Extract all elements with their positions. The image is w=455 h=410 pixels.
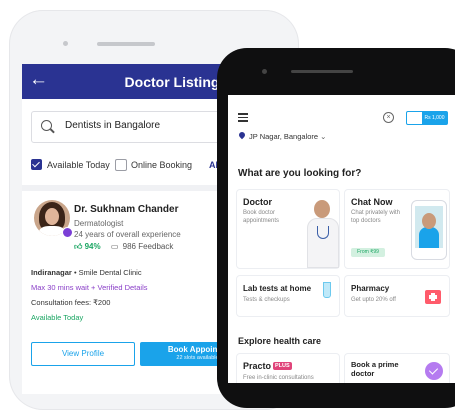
clinic-area: Indiranagar <box>31 268 72 277</box>
card-subtitle: Get upto 20% off <box>351 297 396 303</box>
consultation-fees: Consultation fees: ₹200 <box>31 298 111 307</box>
view-profile-button[interactable]: View Profile <box>31 342 135 366</box>
feedback-count: 986 Feedback <box>122 242 174 251</box>
practo-plus-subtitle: Free in-clinic consultations <box>243 375 314 381</box>
card-subtitle: Chat privately with top doctors <box>351 210 401 224</box>
lab-icon <box>319 282 333 298</box>
availability-status: Available Today <box>31 313 84 322</box>
likes-percent: 94% <box>84 242 101 251</box>
search-query: Dentists in Bangalore <box>65 120 161 131</box>
plus-badge: PLUS <box>273 362 292 370</box>
wallet-icon[interactable]: Rs 1,000 <box>406 111 448 125</box>
wait-time: Max 30 mins wait + Verified Details <box>31 283 148 292</box>
prime-check-icon <box>425 362 443 380</box>
location-selector[interactable]: JP Nagar, Bangalore <box>249 132 326 141</box>
feedback-icon: ▭ <box>110 242 119 251</box>
lab-tests-card[interactable]: Lab tests at home Tests & checkups <box>236 275 340 317</box>
practo-plus-card[interactable]: Practo PLUS Free in-clinic consultations <box>236 353 340 383</box>
card-subtitle: Tests & checkups <box>243 297 290 303</box>
doctor-card[interactable]: Doctor Book doctor appointments <box>236 189 340 269</box>
checkbox-online-booking[interactable] <box>115 159 127 171</box>
practo-plus-title: Practo PLUS <box>243 361 292 371</box>
speaker-grille <box>291 70 353 73</box>
thumbs-up-icon: 👍︎ <box>74 242 85 251</box>
filter-online-booking-label: Online Booking <box>131 160 193 170</box>
pharmacy-card[interactable]: Pharmacy Get upto 20% off <box>344 275 450 317</box>
card-title: Pharmacy <box>351 284 390 293</box>
doctor-illustration <box>307 200 339 268</box>
speaker-grille <box>97 42 155 46</box>
doctor-specialty: Dermatologist <box>74 219 124 228</box>
section-title: What are you looking for? <box>238 168 362 179</box>
camera-icon <box>262 69 267 74</box>
clinic-name: • Smile Dental Clinic <box>73 268 142 277</box>
clinic-info: Indiranagar • Smile Dental Clinic <box>31 268 142 277</box>
close-icon[interactable]: × <box>383 112 394 123</box>
prime-doctor-card[interactable]: Book a prime doctor <box>344 353 450 383</box>
checkbox-available-today[interactable] <box>31 159 42 170</box>
prime-doctor-title: Book a prime doctor <box>351 360 399 378</box>
chat-phone-illustration <box>411 200 447 260</box>
price-badge: From ₹99 <box>351 248 385 257</box>
card-title: Chat Now <box>351 197 393 207</box>
doctor-name[interactable]: Dr. Sukhnam Chander <box>74 204 178 215</box>
menu-icon[interactable] <box>238 113 248 122</box>
card-subtitle: Book doctor appointments <box>243 210 280 224</box>
practo-label: Practo <box>243 361 272 371</box>
chat-now-card[interactable]: Chat Now Chat privately with top doctors… <box>344 189 450 269</box>
camera-icon <box>63 41 68 46</box>
pharmacy-icon <box>425 290 441 304</box>
verified-badge-icon <box>62 227 73 238</box>
doctor-experience: 24 years of overall experience <box>74 230 181 239</box>
filter-available-today-label: Available Today <box>47 160 110 170</box>
doctor-stats: 👍︎ 94% ▭ 986 Feedback <box>74 242 173 252</box>
home-screen: × Rs 1,000 JP Nagar, Bangalore What are … <box>228 95 455 383</box>
explore-title: Explore health care <box>238 336 322 346</box>
back-arrow-icon[interactable]: ← <box>29 70 48 90</box>
card-title: Doctor <box>243 197 272 207</box>
location-pin-icon <box>237 130 247 140</box>
wallet-amount: Rs 1,000 <box>422 112 447 124</box>
search-icon <box>41 120 52 131</box>
card-title: Lab tests at home <box>243 284 312 293</box>
